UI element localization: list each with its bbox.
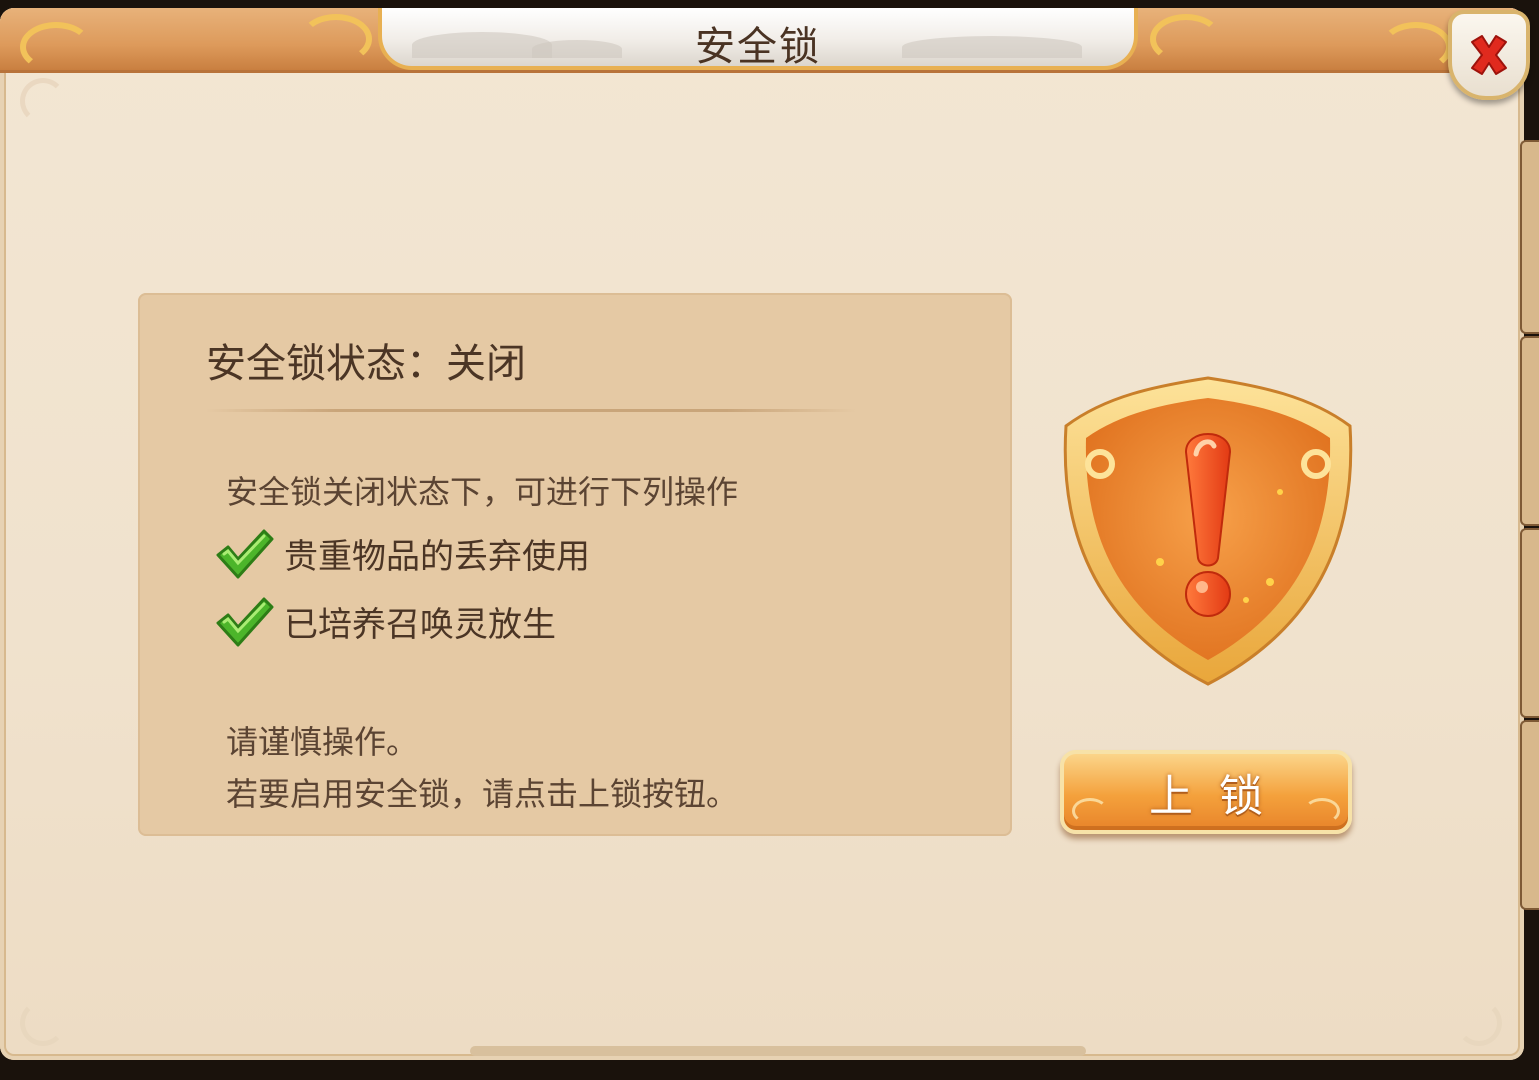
green-check-icon [216, 597, 274, 647]
corner-ornament-br [1456, 1000, 1502, 1046]
green-check-icon [216, 529, 274, 579]
title-ornament-left [20, 22, 92, 72]
permission-label: 已培养召唤灵放生 [284, 604, 556, 645]
warning-shield-icon [1063, 376, 1353, 686]
corner-ornament-tl [20, 78, 66, 124]
close-button[interactable] [1448, 10, 1530, 100]
corner-ornament-bl [20, 1000, 66, 1046]
side-tab[interactable] [1520, 336, 1539, 526]
status-panel: 安全锁状态：关闭 安全锁关闭状态下，可进行下列操作 贵重物品的丢弃使用 已培养召… [138, 293, 1012, 836]
permission-label: 贵重物品的丢弃使用 [284, 536, 590, 577]
divider [206, 409, 856, 412]
title-ornament-left-inner [300, 14, 372, 64]
dialog-title: 安全锁 [695, 24, 821, 70]
side-tab[interactable] [1520, 720, 1539, 910]
permission-item: 已培养召唤灵放生 [214, 593, 556, 649]
lock-button[interactable]: 上锁 [1060, 750, 1352, 834]
title-plaque: 安全锁 [378, 8, 1138, 70]
close-x-icon [1471, 35, 1507, 75]
lock-status-title: 安全锁状态：关闭 [206, 341, 526, 387]
title-ornament-right-inner [1150, 14, 1222, 64]
title-ornament-right [1380, 22, 1452, 72]
side-tab[interactable] [1520, 140, 1539, 334]
caution-text: 请谨慎操作。 [226, 723, 419, 761]
lock-button-label: 上锁 [1149, 771, 1289, 822]
permission-item: 贵重物品的丢弃使用 [214, 525, 590, 581]
bottom-edge-bar [470, 1046, 1086, 1056]
intro-text: 安全锁关闭状态下，可进行下列操作 [226, 473, 739, 511]
title-bar: 安全锁 [0, 8, 1524, 73]
hint-text: 若要启用安全锁，请点击上锁按钮。 [226, 775, 739, 813]
side-tab[interactable] [1520, 528, 1539, 718]
